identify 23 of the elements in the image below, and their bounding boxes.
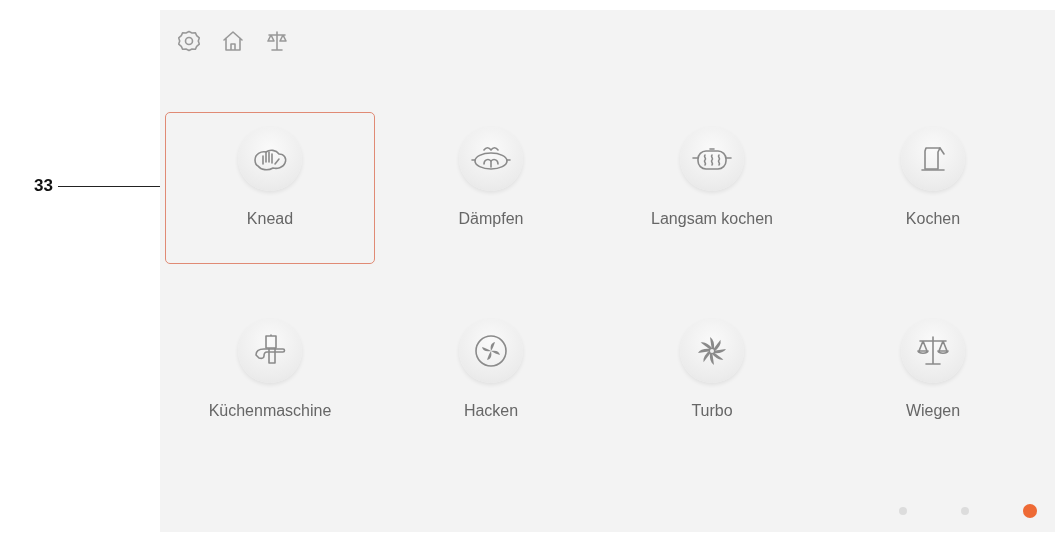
program-tile[interactable]: Wiegen — [828, 304, 1038, 456]
program-tile[interactable]: Kochen — [828, 112, 1038, 264]
program-tile[interactable]: Langsam kochen — [607, 112, 817, 264]
callout-number: 33 — [34, 176, 54, 196]
program-tile[interactable]: Dämpfen — [386, 112, 596, 264]
program-tile[interactable]: Knead — [165, 112, 375, 264]
program-label: Turbo — [690, 401, 734, 421]
scale-icon — [915, 334, 951, 368]
program-label: Knead — [245, 209, 295, 229]
program-label: Hacken — [462, 401, 520, 421]
program-tile[interactable]: Hacken — [386, 304, 596, 456]
program-tile[interactable]: Turbo — [607, 304, 817, 456]
program-label: Kochen — [904, 209, 962, 229]
settings-icon[interactable] — [178, 30, 200, 52]
program-label: Küchenmaschine — [207, 401, 333, 421]
program-label: Langsam kochen — [650, 209, 774, 229]
blade-icon — [473, 333, 509, 369]
page-dot[interactable] — [1023, 504, 1037, 518]
scale-icon[interactable] — [266, 30, 288, 52]
program-tile[interactable]: Küchenmaschine — [165, 304, 375, 456]
program-label: Wiegen — [904, 401, 962, 421]
program-label: Dämpfen — [457, 209, 525, 229]
home-icon[interactable] — [222, 30, 244, 52]
